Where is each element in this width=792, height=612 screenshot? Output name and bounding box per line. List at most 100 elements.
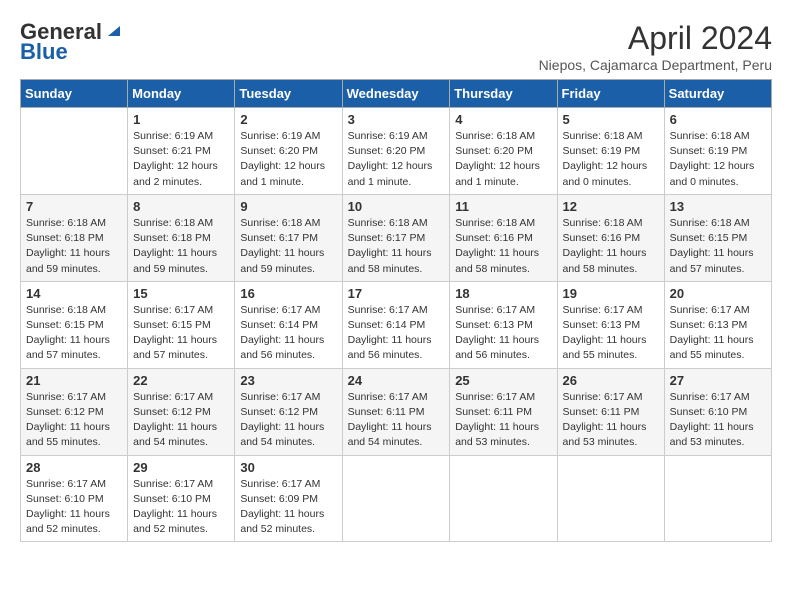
calendar-cell: 30 Sunrise: 6:17 AMSunset: 6:09 PMDayligh… xyxy=(235,455,342,542)
day-header-monday: Monday xyxy=(128,80,235,108)
day-number: 22 xyxy=(133,373,229,388)
day-info: Sunrise: 6:17 AMSunset: 6:12 PMDaylight:… xyxy=(26,390,122,451)
calendar-cell: 25 Sunrise: 6:17 AMSunset: 6:11 PMDayligh… xyxy=(450,368,557,455)
day-number: 18 xyxy=(455,286,551,301)
day-number: 9 xyxy=(240,199,336,214)
calendar-week-row: 21 Sunrise: 6:17 AMSunset: 6:12 PMDayligh… xyxy=(21,368,772,455)
day-number: 3 xyxy=(348,112,445,127)
calendar-cell: 16 Sunrise: 6:17 AMSunset: 6:14 PMDayligh… xyxy=(235,281,342,368)
calendar-cell xyxy=(664,455,771,542)
calendar-week-row: 14 Sunrise: 6:18 AMSunset: 6:15 PMDayligh… xyxy=(21,281,772,368)
day-number: 29 xyxy=(133,460,229,475)
day-info: Sunrise: 6:17 AMSunset: 6:10 PMDaylight:… xyxy=(670,390,766,451)
day-info: Sunrise: 6:18 AMSunset: 6:19 PMDaylight:… xyxy=(563,129,659,190)
day-header-sunday: Sunday xyxy=(21,80,128,108)
day-number: 14 xyxy=(26,286,122,301)
day-info: Sunrise: 6:17 AMSunset: 6:14 PMDaylight:… xyxy=(348,303,445,364)
day-info: Sunrise: 6:18 AMSunset: 6:15 PMDaylight:… xyxy=(670,216,766,277)
logo: General Blue xyxy=(20,20,120,64)
day-number: 17 xyxy=(348,286,445,301)
calendar-cell: 13 Sunrise: 6:18 AMSunset: 6:15 PMDayligh… xyxy=(664,194,771,281)
day-info: Sunrise: 6:17 AMSunset: 6:12 PMDaylight:… xyxy=(240,390,336,451)
day-number: 28 xyxy=(26,460,122,475)
day-number: 1 xyxy=(133,112,229,127)
calendar-cell: 5 Sunrise: 6:18 AMSunset: 6:19 PMDaylight… xyxy=(557,108,664,195)
calendar-cell: 12 Sunrise: 6:18 AMSunset: 6:16 PMDayligh… xyxy=(557,194,664,281)
day-info: Sunrise: 6:18 AMSunset: 6:17 PMDaylight:… xyxy=(240,216,336,277)
day-number: 12 xyxy=(563,199,659,214)
day-number: 13 xyxy=(670,199,766,214)
day-number: 20 xyxy=(670,286,766,301)
logo-blue-text: Blue xyxy=(20,40,68,64)
calendar-cell xyxy=(21,108,128,195)
page-header: General Blue April 2024 Niepos, Cajamarc… xyxy=(20,20,772,73)
day-number: 19 xyxy=(563,286,659,301)
calendar-cell: 3 Sunrise: 6:19 AMSunset: 6:20 PMDaylight… xyxy=(342,108,450,195)
calendar-cell: 6Sunrise: 6:18 AMSunset: 6:19 PMDaylight… xyxy=(664,108,771,195)
day-number: 30 xyxy=(240,460,336,475)
calendar-cell: 24 Sunrise: 6:17 AMSunset: 6:11 PMDayligh… xyxy=(342,368,450,455)
calendar-week-row: 1Sunrise: 6:19 AMSunset: 6:21 PMDaylight… xyxy=(21,108,772,195)
day-number: 23 xyxy=(240,373,336,388)
calendar-cell: 21 Sunrise: 6:17 AMSunset: 6:12 PMDayligh… xyxy=(21,368,128,455)
calendar-cell: 8Sunrise: 6:18 AMSunset: 6:18 PMDaylight… xyxy=(128,194,235,281)
calendar-header-row: SundayMondayTuesdayWednesdayThursdayFrid… xyxy=(21,80,772,108)
day-number: 21 xyxy=(26,373,122,388)
calendar-week-row: 7 Sunrise: 6:18 AMSunset: 6:18 PMDaylight… xyxy=(21,194,772,281)
day-info: Sunrise: 6:17 AMSunset: 6:11 PMDaylight:… xyxy=(455,390,551,451)
day-info: Sunrise: 6:17 AMSunset: 6:15 PMDaylight:… xyxy=(133,303,229,364)
day-header-tuesday: Tuesday xyxy=(235,80,342,108)
day-info: Sunrise: 6:17 AMSunset: 6:10 PMDaylight:… xyxy=(26,477,122,538)
calendar-cell: 4 Sunrise: 6:18 AMSunset: 6:20 PMDaylight… xyxy=(450,108,557,195)
calendar-cell: 2Sunrise: 6:19 AMSunset: 6:20 PMDaylight… xyxy=(235,108,342,195)
month-title: April 2024 xyxy=(539,20,772,57)
day-header-friday: Friday xyxy=(557,80,664,108)
day-info: Sunrise: 6:17 AMSunset: 6:11 PMDaylight:… xyxy=(348,390,445,451)
day-info: Sunrise: 6:18 AMSunset: 6:20 PMDaylight:… xyxy=(455,129,551,190)
day-number: 26 xyxy=(563,373,659,388)
calendar-cell: 10Sunrise: 6:18 AMSunset: 6:17 PMDayligh… xyxy=(342,194,450,281)
day-info: Sunrise: 6:18 AMSunset: 6:19 PMDaylight:… xyxy=(670,129,766,190)
day-number: 24 xyxy=(348,373,445,388)
day-number: 7 xyxy=(26,199,122,214)
day-info: Sunrise: 6:17 AMSunset: 6:13 PMDaylight:… xyxy=(563,303,659,364)
day-number: 4 xyxy=(455,112,551,127)
day-header-saturday: Saturday xyxy=(664,80,771,108)
day-info: Sunrise: 6:18 AMSunset: 6:16 PMDaylight:… xyxy=(563,216,659,277)
day-info: Sunrise: 6:17 AMSunset: 6:09 PMDaylight:… xyxy=(240,477,336,538)
calendar-cell: 18 Sunrise: 6:17 AMSunset: 6:13 PMDayligh… xyxy=(450,281,557,368)
calendar-cell: 28 Sunrise: 6:17 AMSunset: 6:10 PMDayligh… xyxy=(21,455,128,542)
day-header-thursday: Thursday xyxy=(450,80,557,108)
calendar-cell: 19 Sunrise: 6:17 AMSunset: 6:13 PMDayligh… xyxy=(557,281,664,368)
day-info: Sunrise: 6:19 AMSunset: 6:20 PMDaylight:… xyxy=(348,129,445,190)
day-number: 11 xyxy=(455,199,551,214)
day-info: Sunrise: 6:17 AMSunset: 6:11 PMDaylight:… xyxy=(563,390,659,451)
day-header-wednesday: Wednesday xyxy=(342,80,450,108)
calendar-cell: 27Sunrise: 6:17 AMSunset: 6:10 PMDayligh… xyxy=(664,368,771,455)
calendar-cell: 26 Sunrise: 6:17 AMSunset: 6:11 PMDayligh… xyxy=(557,368,664,455)
calendar-cell: 1Sunrise: 6:19 AMSunset: 6:21 PMDaylight… xyxy=(128,108,235,195)
day-number: 25 xyxy=(455,373,551,388)
day-number: 16 xyxy=(240,286,336,301)
day-info: Sunrise: 6:18 AMSunset: 6:17 PMDaylight:… xyxy=(348,216,445,277)
logo-icon xyxy=(104,22,120,38)
calendar-cell xyxy=(557,455,664,542)
calendar-cell: 15 Sunrise: 6:17 AMSunset: 6:15 PMDayligh… xyxy=(128,281,235,368)
day-number: 2 xyxy=(240,112,336,127)
day-number: 5 xyxy=(563,112,659,127)
day-info: Sunrise: 6:18 AMSunset: 6:15 PMDaylight:… xyxy=(26,303,122,364)
day-info: Sunrise: 6:17 AMSunset: 6:10 PMDaylight:… xyxy=(133,477,229,538)
day-info: Sunrise: 6:17 AMSunset: 6:14 PMDaylight:… xyxy=(240,303,336,364)
day-info: Sunrise: 6:17 AMSunset: 6:12 PMDaylight:… xyxy=(133,390,229,451)
day-info: Sunrise: 6:18 AMSunset: 6:18 PMDaylight:… xyxy=(26,216,122,277)
calendar-cell: 22 Sunrise: 6:17 AMSunset: 6:12 PMDayligh… xyxy=(128,368,235,455)
location-subtitle: Niepos, Cajamarca Department, Peru xyxy=(539,57,772,73)
day-number: 8 xyxy=(133,199,229,214)
day-number: 15 xyxy=(133,286,229,301)
calendar-cell xyxy=(450,455,557,542)
day-info: Sunrise: 6:17 AMSunset: 6:13 PMDaylight:… xyxy=(455,303,551,364)
day-info: Sunrise: 6:17 AMSunset: 6:13 PMDaylight:… xyxy=(670,303,766,364)
calendar-cell: 23 Sunrise: 6:17 AMSunset: 6:12 PMDayligh… xyxy=(235,368,342,455)
day-info: Sunrise: 6:18 AMSunset: 6:16 PMDaylight:… xyxy=(455,216,551,277)
title-block: April 2024 Niepos, Cajamarca Department,… xyxy=(539,20,772,73)
